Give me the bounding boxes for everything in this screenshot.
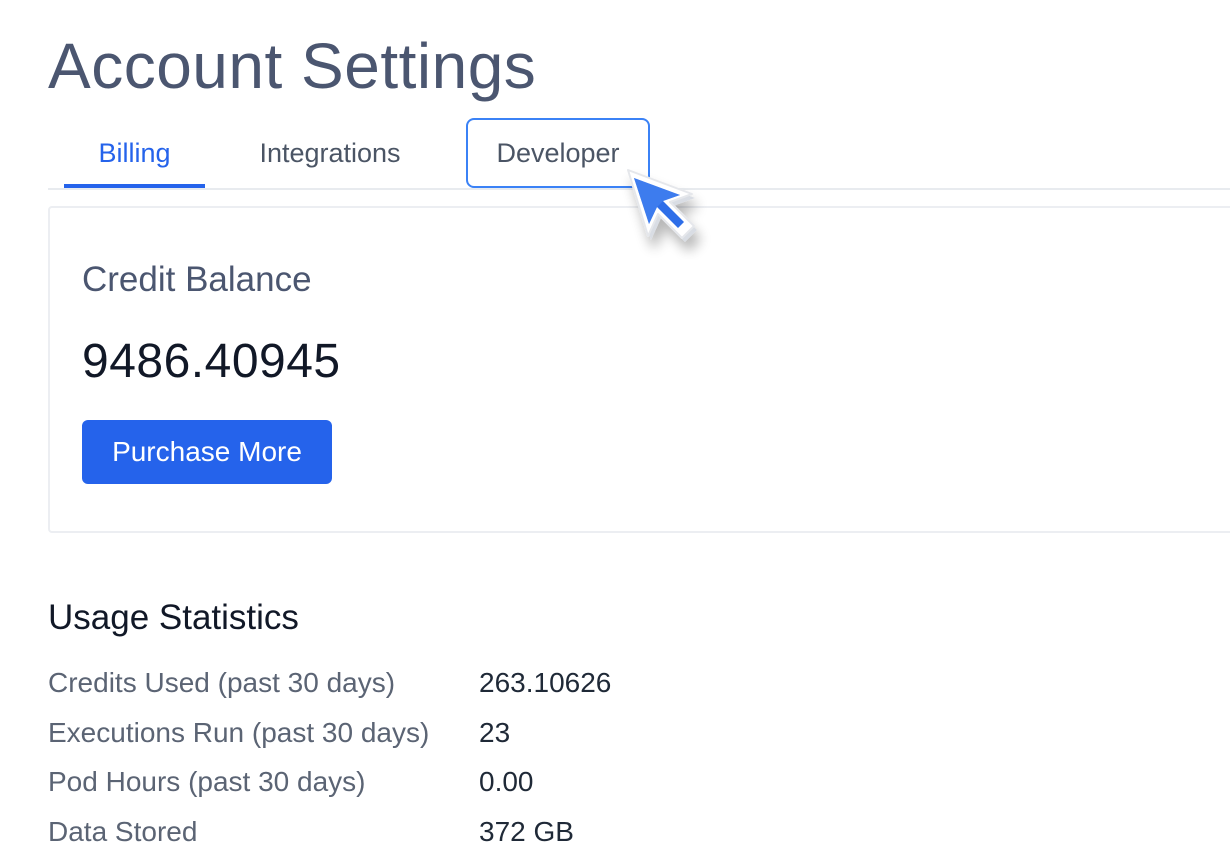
usage-row-executions-run: Executions Run (past 30 days) 23 (48, 713, 748, 753)
tab-billing[interactable]: Billing (64, 118, 205, 188)
usage-row-value: 263.10626 (479, 667, 612, 698)
usage-row-value: 23 (479, 717, 511, 748)
page-title: Account Settings (48, 30, 537, 102)
usage-row-credits-used: Credits Used (past 30 days) 263.10626 (48, 663, 748, 703)
credit-balance-title: Credit Balance (82, 260, 312, 299)
usage-row-label: Executions Run (past 30 days) (48, 717, 430, 748)
credit-balance-value: 9486.40945 (82, 335, 341, 388)
usage-row-label: Data Stored (48, 816, 198, 847)
usage-row-value: 372 GB (479, 816, 574, 847)
usage-row-value: 0.00 (479, 766, 534, 797)
usage-row-label: Pod Hours (past 30 days) (48, 766, 366, 797)
credit-balance-card: Credit Balance 9486.40945 Purchase More (48, 206, 1230, 533)
usage-statistics-title: Usage Statistics (48, 598, 299, 637)
account-settings-page: Account Settings Billing Integrations De… (48, 0, 1230, 866)
tab-integrations[interactable]: Integrations (234, 118, 426, 188)
tab-developer[interactable]: Developer (466, 118, 650, 188)
usage-row-pod-hours: Pod Hours (past 30 days) 0.00 (48, 762, 748, 802)
purchase-more-button[interactable]: Purchase More (82, 420, 332, 484)
settings-tabs: Billing Integrations Developer (48, 118, 1230, 190)
usage-row-label: Credits Used (past 30 days) (48, 667, 396, 698)
usage-row-data-stored: Data Stored 372 GB (48, 812, 748, 852)
